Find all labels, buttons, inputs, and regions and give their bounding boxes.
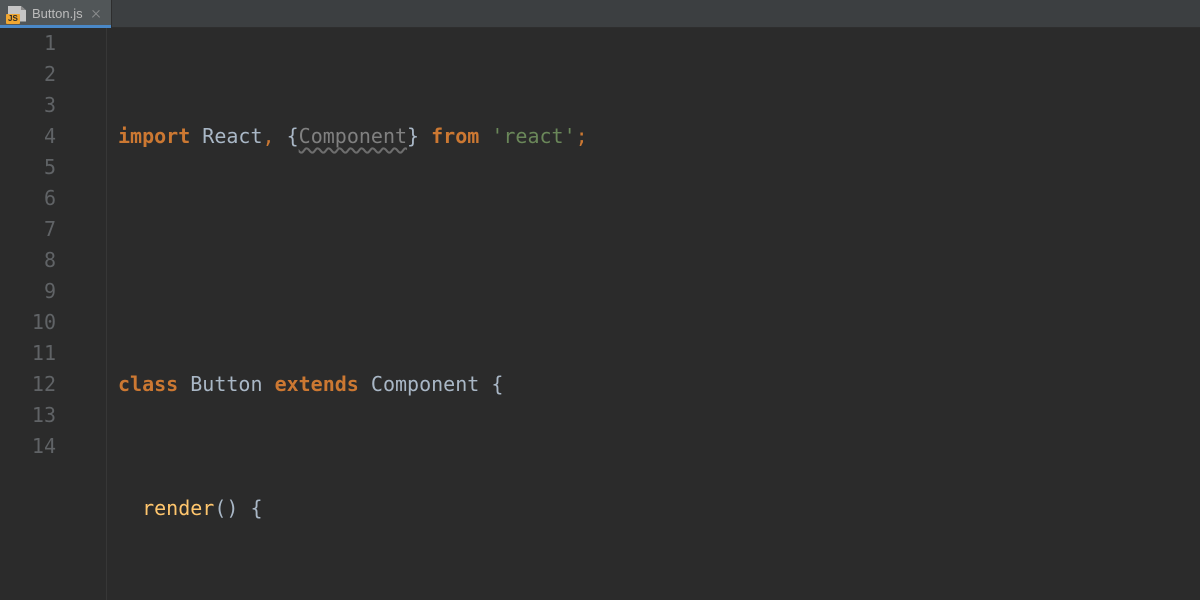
tab-bar: JS Button.js: [0, 0, 1200, 28]
close-icon[interactable]: [91, 9, 101, 19]
js-file-icon: JS: [8, 6, 26, 22]
line-number: 3: [0, 90, 56, 121]
line-number: 11: [0, 338, 56, 369]
line-number: 10: [0, 307, 56, 338]
code-lines[interactable]: import React, {Component} from 'react'; …: [78, 28, 1200, 600]
line-number: 4: [0, 121, 56, 152]
code-area[interactable]: import React, {Component} from 'react'; …: [78, 28, 1200, 600]
code-editor[interactable]: 1234567891011121314 import React, {Compo…: [0, 28, 1200, 600]
file-tab[interactable]: JS Button.js: [0, 0, 112, 27]
js-badge: JS: [6, 14, 20, 24]
line-number: 8: [0, 245, 56, 276]
code-row[interactable]: render() {: [118, 493, 1200, 524]
line-number-gutter: 1234567891011121314: [0, 28, 78, 600]
line-number: 12: [0, 369, 56, 400]
code-row[interactable]: class Button extends Component {: [118, 369, 1200, 400]
line-number: 7: [0, 214, 56, 245]
line-number: 1: [0, 28, 56, 59]
code-row[interactable]: import React, {Component} from 'react';: [118, 121, 1200, 152]
line-number: 6: [0, 183, 56, 214]
line-number: 13: [0, 400, 56, 431]
line-number: 2: [0, 59, 56, 90]
line-number: 14: [0, 431, 56, 462]
code-row[interactable]: [118, 245, 1200, 276]
line-number: 9: [0, 276, 56, 307]
unused-import[interactable]: Component: [299, 124, 407, 148]
tab-filename: Button.js: [32, 6, 83, 21]
line-number: 5: [0, 152, 56, 183]
